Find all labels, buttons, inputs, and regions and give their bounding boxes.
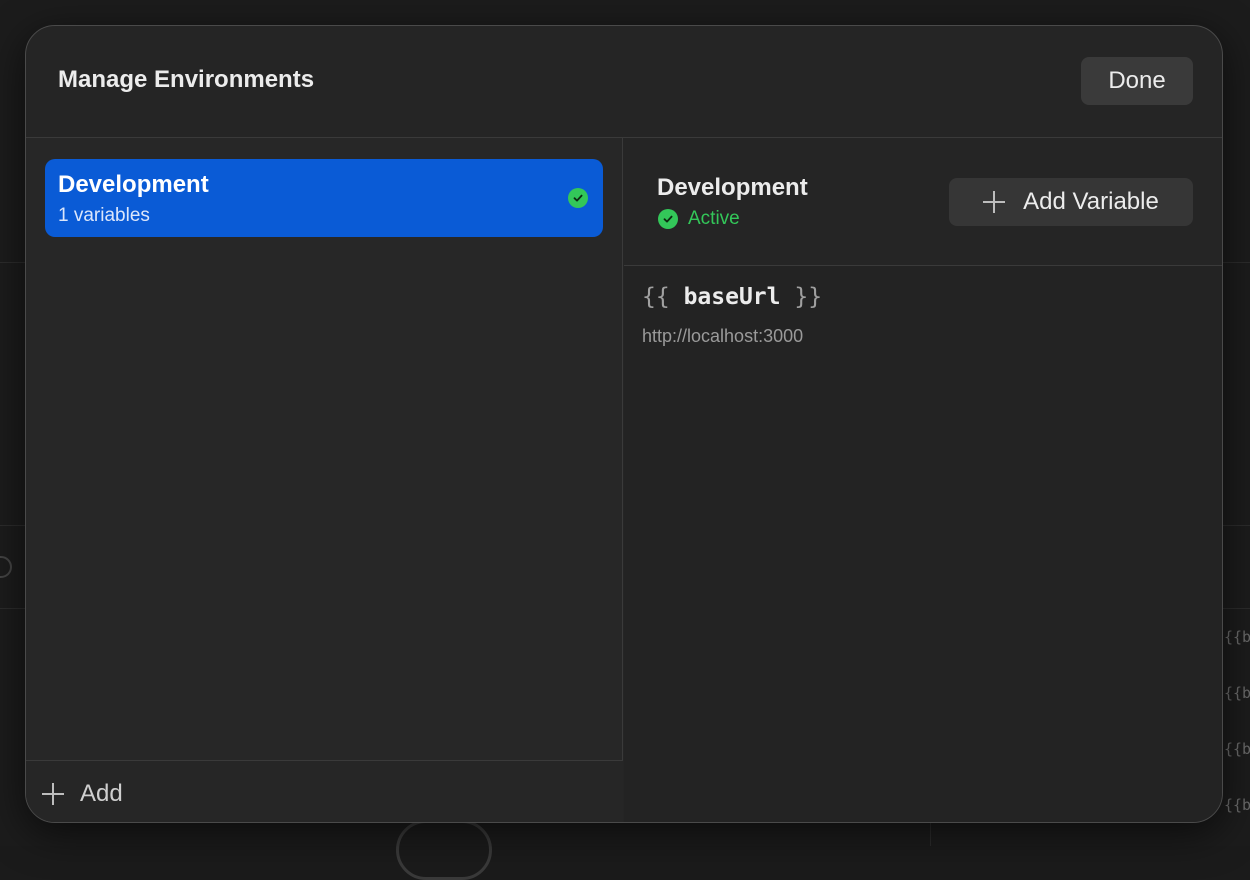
bg-power-icon [396,820,492,880]
dialog-title: Manage Environments [58,66,315,93]
environment-list-footer: Add [26,760,623,822]
environment-detail-header: Development Active Add Variable [624,138,1222,266]
add-variable-button[interactable]: Add Variable [949,178,1193,226]
active-status-label: Active [688,208,740,229]
plus-icon [983,191,1006,213]
environment-list-pane: Development 1 variables Add [26,138,623,822]
add-environment-button[interactable]: Add [42,779,123,809]
variable-row-baseurl[interactable]: {{ baseUrl }} http://localhost:3000 [624,268,1222,354]
environment-variable-count: 1 variables [58,205,150,226]
bg-token: {{b [1224,684,1250,702]
bg-circle-icon [0,556,12,578]
done-button[interactable]: Done [1081,57,1193,105]
add-environment-label: Add [80,780,123,807]
checkmark-circle-icon [658,209,678,229]
environment-detail-title: Development [657,174,808,201]
variable-value: http://localhost:3000 [642,326,804,346]
variable-close-brace: }} [794,284,823,310]
active-status: Active [658,208,740,230]
dialog-header: Manage Environments Done [26,26,1222,138]
bg-token: {{b [1224,796,1250,814]
bg-token: {{b [1224,740,1250,758]
manage-environments-dialog: Manage Environments Done Development 1 v… [25,25,1223,823]
variable-open-brace: {{ [642,284,670,310]
bg-token: {{b [1224,628,1250,646]
variable-key: {{ baseUrl }} [642,284,822,310]
environment-detail-pane: Development Active Add Variable {{ baseU… [624,138,1222,822]
checkmark-circle-icon [568,188,588,208]
variable-name: baseUrl [683,284,781,310]
add-variable-label: Add Variable [1023,188,1159,215]
environment-item-development[interactable]: Development 1 variables [45,159,603,237]
plus-icon [42,783,64,805]
environment-name: Development [58,171,209,198]
